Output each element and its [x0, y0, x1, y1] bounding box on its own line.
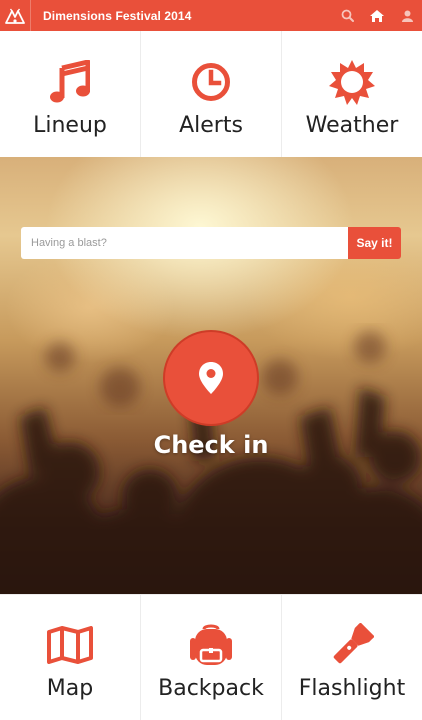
- menu-item-map[interactable]: Map: [0, 594, 141, 720]
- festival-logo-icon[interactable]: [0, 0, 31, 31]
- backpack-icon: [189, 622, 233, 668]
- menu-item-label: Backpack: [158, 676, 264, 701]
- bottom-menu: Map Backpack Flashlight: [0, 594, 422, 720]
- check-in-label[interactable]: Check in: [0, 431, 422, 459]
- clock-icon: [191, 59, 231, 105]
- menu-item-label: Map: [46, 676, 94, 701]
- menu-item-label: Lineup: [33, 113, 107, 138]
- blast-input[interactable]: [21, 227, 348, 259]
- menu-item-weather[interactable]: Weather: [282, 31, 422, 157]
- map-icon: [47, 622, 93, 668]
- top-menu: Lineup Alerts Weather: [0, 31, 422, 157]
- map-pin-icon: [199, 362, 223, 394]
- menu-item-backpack[interactable]: Backpack: [141, 594, 282, 720]
- app-title: Dimensions Festival 2014: [43, 8, 192, 23]
- user-icon[interactable]: [392, 0, 422, 31]
- say-it-button[interactable]: Say it!: [348, 227, 401, 259]
- flashlight-icon: [330, 622, 374, 668]
- home-icon[interactable]: [362, 0, 392, 31]
- menu-item-label: Weather: [305, 113, 399, 138]
- check-in-button[interactable]: [163, 330, 259, 426]
- menu-item-label: Flashlight: [298, 676, 406, 701]
- sun-icon: [329, 59, 375, 105]
- app-header: Dimensions Festival 2014: [0, 0, 422, 31]
- menu-item-flashlight[interactable]: Flashlight: [282, 594, 422, 720]
- menu-item-label: Alerts: [179, 113, 243, 138]
- menu-item-alerts[interactable]: Alerts: [141, 31, 282, 157]
- menu-item-lineup[interactable]: Lineup: [0, 31, 141, 157]
- music-note-icon: [50, 59, 90, 105]
- search-icon[interactable]: [332, 0, 362, 31]
- blast-form: Say it!: [21, 227, 401, 259]
- hero-background: Say it! Check in: [0, 157, 422, 594]
